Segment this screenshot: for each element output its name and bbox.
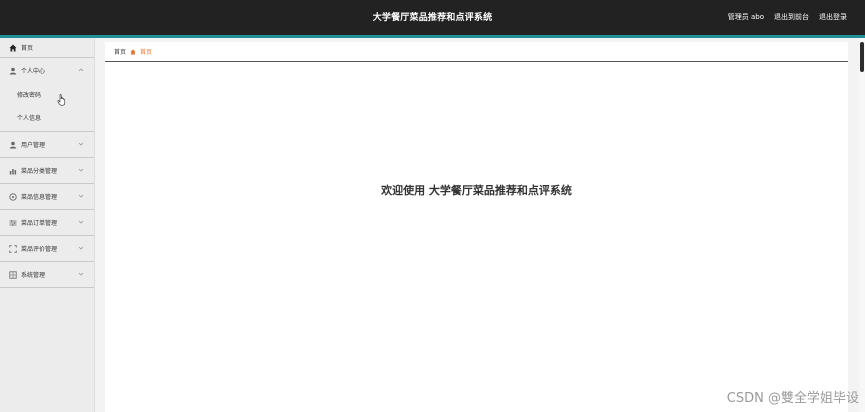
home-icon <box>9 44 17 52</box>
hand-pointer-icon <box>57 94 66 106</box>
chevron-down-icon <box>78 142 84 146</box>
user-icon <box>9 67 17 75</box>
bar-chart-icon <box>9 167 17 175</box>
sidebar-subitem-change-password[interactable]: 修改密码 <box>0 83 94 106</box>
welcome-message: 欢迎使用 大学餐厅菜品推荐和点评系统 <box>381 184 572 197</box>
back-to-front-link[interactable]: 退出到前台 <box>774 12 809 22</box>
sidebar-item-home[interactable]: 首页 <box>0 38 94 58</box>
sidebar-group-personal: 个人中心 修改密码 个人信息 <box>0 58 94 132</box>
watermark: CSDN @雙全学姐毕设 <box>726 391 859 406</box>
logout-link[interactable]: 退出登录 <box>819 12 847 22</box>
sidebar-item-dish-category[interactable]: 菜品分类管理 <box>0 158 94 184</box>
chevron-up-icon <box>78 68 84 72</box>
home-icon <box>130 48 136 55</box>
chevron-down-icon <box>78 220 84 224</box>
sidebar-item-personal-center[interactable]: 个人中心 <box>0 58 94 83</box>
sidebar-subitem-profile[interactable]: 个人信息 <box>0 106 94 129</box>
sidebar-item-label: 个人中心 <box>21 68 46 75</box>
sidebar-item-label: 菜品信息管理 <box>21 194 58 201</box>
admin-label: 管理员 abo <box>727 13 764 21</box>
chevron-down-icon <box>78 194 84 198</box>
frame-icon <box>9 244 17 253</box>
chevron-down-icon <box>78 246 84 250</box>
sidebar-item-dish-info[interactable]: 菜品信息管理 <box>0 184 94 210</box>
sidebar-item-dish-reviews[interactable]: 菜品评价管理 <box>0 236 94 262</box>
scrollbar-thumb[interactable] <box>860 42 864 72</box>
circle-icon <box>9 192 17 201</box>
page-scrollbar[interactable] <box>859 38 865 412</box>
sidebar-item-label: 系统管理 <box>21 272 46 279</box>
main-content: 首页 首页 欢迎使用 大学餐厅菜品推荐和点评系统 <box>105 42 848 412</box>
user-icon <box>9 141 17 149</box>
grid-icon <box>9 270 17 279</box>
sidebar-item-dish-orders[interactable]: 菜品订单管理 <box>0 210 94 236</box>
breadcrumb: 首页 首页 <box>114 47 152 56</box>
chevron-down-icon <box>78 272 84 276</box>
sidebar-item-user-management[interactable]: 用户管理 <box>0 132 94 158</box>
sidebar-item-label: 菜品分类管理 <box>21 168 58 175</box>
header-actions: 管理员 abo 退出到前台 退出登录 <box>728 12 847 22</box>
breadcrumb-divider <box>105 61 848 62</box>
breadcrumb-home[interactable]: 首页 <box>114 47 126 56</box>
sidebar-item-label: 首页 <box>21 45 34 52</box>
sidebar-item-system[interactable]: 系统管理 <box>0 262 94 288</box>
top-header: 大学餐厅菜品推荐和点评系统 管理员 abo 退出到前台 退出登录 <box>0 0 865 38</box>
sidebar-item-label: 菜品订单管理 <box>21 220 58 227</box>
sliders-icon <box>9 219 17 227</box>
breadcrumb-current: 首页 <box>140 49 153 56</box>
sidebar-item-label: 用户管理 <box>21 142 46 149</box>
sidebar-item-label: 菜品评价管理 <box>21 246 58 253</box>
chevron-down-icon <box>78 168 84 172</box>
sidebar: 首页 个人中心 修改密码 个人信息 用户管理 菜品分类管理 菜品信息管理 菜品订… <box>0 38 95 412</box>
